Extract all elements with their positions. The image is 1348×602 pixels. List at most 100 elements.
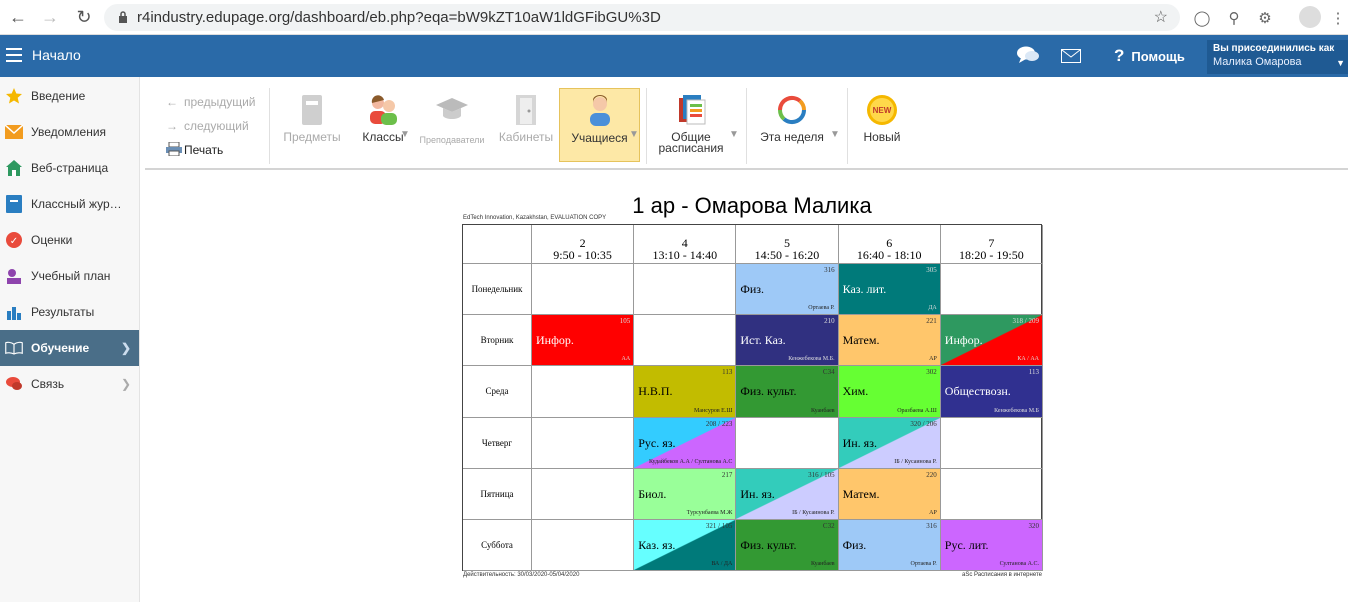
students-dropdown-icon[interactable]: ▼	[629, 129, 639, 140]
bookmark-star-icon[interactable]: ☆	[1154, 7, 1168, 27]
sidebar-item-communication[interactable]: Связь ❯	[0, 366, 139, 402]
this-week-button[interactable]: Эта неделя	[754, 88, 830, 162]
bar-chart-icon	[5, 303, 23, 321]
teacher-name: Султанова А.С.	[999, 561, 1039, 568]
lesson-card[interactable]: 316 Физ. Ортаева Р.	[838, 520, 941, 572]
sidebar-item-notifications[interactable]: Уведомления	[0, 114, 139, 150]
empty-slot[interactable]	[532, 468, 635, 520]
common-dropdown-icon[interactable]: ▼	[729, 129, 739, 140]
lesson-card[interactable]: 305 Каз. лит. ДА	[838, 264, 941, 316]
sidebar-item-label: Введение	[31, 89, 86, 103]
teacher-name: Ортаева Р.	[808, 305, 835, 312]
lesson-card[interactable]: 208 / 223 Рус. яз. Кудайбеков А.А / Султан…	[634, 417, 737, 469]
common-timetables-icon	[679, 95, 706, 125]
empty-slot[interactable]	[634, 315, 737, 367]
sidebar-item-results[interactable]: Результаты	[0, 294, 139, 330]
day-name: Пятница	[480, 488, 514, 499]
chevron-right-icon: ❯	[120, 377, 131, 391]
lesson-card[interactable]: С34 Физ. культ. Куанбаев	[736, 366, 839, 418]
lesson-card[interactable]: 321 / 105 Каз. яз. ВА / ДА	[634, 520, 737, 572]
timetable-copyright: EdTech Innovation, Kazakhstan, EVALUATIO…	[463, 215, 607, 221]
day-label: Вторник	[463, 315, 532, 367]
zoom-icon[interactable]: ⚲	[1224, 8, 1244, 28]
plan-icon	[5, 267, 23, 285]
chevron-right-icon: ❯	[120, 341, 131, 355]
hamburger-menu-icon[interactable]	[6, 48, 22, 62]
rooms-button[interactable]: Кабинеты	[493, 88, 559, 162]
lesson-card[interactable]: 318 / 209 Инфор. КА / АА	[940, 315, 1043, 367]
print-button[interactable]: Печать	[166, 138, 256, 162]
address-bar[interactable]: r4industry.edupage.org/dashboard/eb.php?…	[104, 4, 1180, 31]
common-label-line2: расписания	[658, 141, 724, 155]
previous-link[interactable]: ← предыдущий	[166, 90, 256, 114]
navigation-group: ← предыдущий → следующий Печать	[166, 90, 256, 162]
empty-slot[interactable]	[532, 417, 635, 469]
back-icon[interactable]: ←	[6, 5, 30, 29]
grade-icon: ✓	[5, 231, 23, 249]
lesson-card[interactable]: 113 Н.В.П. Мансуров Е.Ш	[634, 366, 737, 418]
lesson-card[interactable]: 210 Ист. Каз. Кенжебекова М.Б.	[736, 315, 839, 367]
period-header: 6 16:40 - 18:10	[838, 225, 941, 264]
help-link[interactable]: ? Помощь	[1114, 46, 1185, 66]
teachers-button[interactable]: Преподаватели	[418, 88, 486, 162]
room-number: 320	[1028, 522, 1039, 530]
lesson-card[interactable]: 316 / 105 Ин. яз. ІБ / Кусаинова Р.	[736, 468, 839, 520]
subject-name: Рус. лит.	[944, 538, 989, 552]
period-header: 5 14:50 - 16:20	[736, 225, 839, 264]
empty-slot[interactable]	[940, 264, 1043, 316]
empty-slot[interactable]	[736, 417, 839, 469]
empty-slot[interactable]	[532, 264, 635, 316]
sidebar-item-webpage[interactable]: Веб-страница	[0, 150, 139, 186]
printer-icon	[166, 141, 182, 159]
common-timetables-button[interactable]: Общие расписания	[654, 88, 728, 162]
star-icon	[5, 87, 23, 105]
subjects-button[interactable]: Предметы	[279, 88, 345, 162]
next-link[interactable]: → следующий	[166, 114, 256, 138]
lesson-card[interactable]: 320 / 206 Ин. яз. ІБ / Кусаинова Р.	[838, 417, 941, 469]
empty-slot[interactable]	[532, 520, 635, 572]
mail-icon[interactable]	[1061, 49, 1081, 63]
period-time: 14:50 - 16:20	[754, 248, 820, 262]
sidebar-item-label: Связь	[31, 377, 65, 391]
lesson-card[interactable]: С32 Физ. культ. Куанбаев	[736, 520, 839, 572]
lesson-card[interactable]: 316 Физ. Ортаева Р.	[736, 264, 839, 316]
empty-slot[interactable]	[634, 264, 737, 316]
pocket-icon[interactable]: ◯	[1192, 8, 1212, 28]
lesson-card[interactable]: 302 Хим. Оразбаева А.Ш	[838, 366, 941, 418]
forward-icon[interactable]: →	[38, 5, 62, 29]
teacher-name: Кенжебекова М.Б.	[788, 356, 835, 363]
sidebar-item-plan[interactable]: Учебный план	[0, 258, 139, 294]
browser-menu-icon[interactable]: ⋮	[1328, 8, 1348, 28]
sidebar-item-journal[interactable]: Классный жур…	[0, 186, 139, 222]
user-switcher[interactable]: Вы присоединились как Малика Омарова ▼	[1207, 40, 1348, 74]
teacher-name: Турсунбаева М.Ж	[686, 509, 733, 516]
lesson-card[interactable]: 217 Биол. Турсунбаева М.Ж	[634, 468, 737, 520]
lesson-card[interactable]: 220 Матем. АР	[838, 468, 941, 520]
messages-icon[interactable]	[1016, 45, 1040, 65]
toolbar-separator	[746, 88, 747, 164]
teacher-name: Ортаева Р.	[910, 561, 937, 568]
app-title[interactable]: Начало	[32, 47, 81, 63]
reload-icon[interactable]: ↻	[72, 5, 96, 29]
sidebar-item-grades[interactable]: ✓ Оценки	[0, 222, 139, 258]
lesson-card[interactable]: 320 Рус. лит. Султанова А.С.	[940, 520, 1043, 572]
day-label: Четверг	[463, 417, 532, 469]
arrow-left-icon: ←	[166, 95, 178, 109]
sidebar-item-intro[interactable]: Введение	[0, 78, 139, 114]
new-button[interactable]: NEW Новый	[854, 88, 910, 162]
lesson-card[interactable]: 113 Обществозн. Кенжебекова М.Б	[940, 366, 1043, 418]
empty-slot[interactable]	[940, 468, 1043, 520]
week-dropdown-icon[interactable]: ▼	[830, 129, 840, 140]
extension-icon[interactable]: ⚙	[1255, 8, 1275, 28]
profile-avatar-icon[interactable]	[1299, 6, 1321, 28]
lesson-card[interactable]: 221 Матем. АР	[838, 315, 941, 367]
empty-slot[interactable]	[532, 366, 635, 418]
sidebar-item-label: Учебный план	[31, 269, 111, 283]
classes-dropdown-icon[interactable]: ▼	[400, 129, 410, 140]
classes-button[interactable]: Классы	[350, 88, 416, 162]
students-button[interactable]: Учащиеся	[559, 88, 640, 162]
sidebar-item-learning[interactable]: Обучение ❯	[0, 330, 139, 366]
room-number: 113	[722, 368, 733, 377]
lesson-card[interactable]: 105 Инфор. АА	[532, 315, 635, 367]
empty-slot[interactable]	[940, 417, 1043, 469]
